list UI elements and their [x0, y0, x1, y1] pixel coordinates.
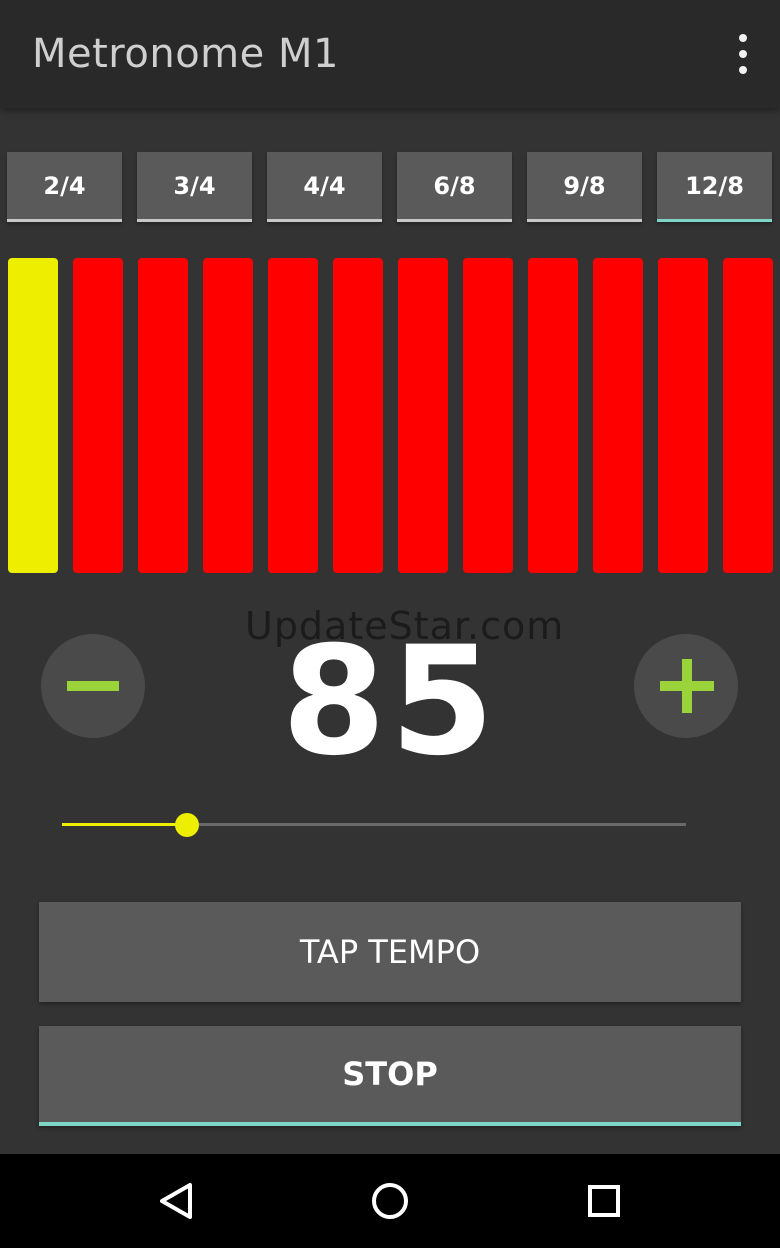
- tab-6-8[interactable]: 6/8: [397, 152, 512, 222]
- tab-2-4[interactable]: 2/4: [7, 152, 122, 222]
- beat-bar-1: [8, 258, 58, 573]
- beat-bar-5: [268, 258, 318, 573]
- tempo-slider[interactable]: [62, 812, 686, 838]
- app-title: Metronome M1: [32, 31, 339, 77]
- beat-bar-4: [203, 258, 253, 573]
- menu-dot: [739, 50, 747, 58]
- recents-button[interactable]: [574, 1171, 634, 1231]
- home-circle-icon: [372, 1183, 408, 1219]
- recents-square-icon: [588, 1185, 620, 1217]
- system-nav-bar: [0, 1154, 780, 1248]
- beat-bar-7: [398, 258, 448, 573]
- slider-fill: [62, 823, 187, 826]
- stop-button[interactable]: STOP: [39, 1026, 741, 1126]
- tap-tempo-button[interactable]: TAP TEMPO: [39, 902, 741, 1002]
- beat-bar-8: [463, 258, 513, 573]
- increase-tempo-button[interactable]: [634, 634, 738, 738]
- metronome-app: Metronome M1 2/4 3/4 4/4 6/8 9/8 12/8 Up…: [0, 0, 780, 1248]
- plus-icon-vertical: [682, 659, 692, 713]
- beat-bar-12: [723, 258, 773, 573]
- menu-dot: [739, 66, 747, 74]
- slider-thumb[interactable]: [174, 813, 199, 837]
- tab-4-4[interactable]: 4/4: [267, 152, 382, 222]
- beat-bar-3: [138, 258, 188, 573]
- app-bar: Metronome M1: [0, 0, 780, 108]
- more-vert-icon[interactable]: [728, 34, 758, 74]
- tab-3-4[interactable]: 3/4: [137, 152, 252, 222]
- back-button[interactable]: [146, 1171, 206, 1231]
- beat-indicators: [8, 258, 773, 573]
- back-triangle-icon: [160, 1183, 192, 1219]
- beat-bar-9: [528, 258, 578, 573]
- beat-bar-10: [593, 258, 643, 573]
- menu-dot: [739, 34, 747, 42]
- decrease-tempo-button[interactable]: [41, 634, 145, 738]
- tempo-value: 85: [281, 615, 499, 789]
- time-signature-tabs: 2/4 3/4 4/4 6/8 9/8 12/8: [7, 152, 773, 222]
- beat-bar-6: [333, 258, 383, 573]
- home-button[interactable]: [360, 1171, 420, 1231]
- tab-9-8[interactable]: 9/8: [527, 152, 642, 222]
- beat-bar-11: [658, 258, 708, 573]
- minus-icon: [67, 681, 119, 691]
- tab-12-8[interactable]: 12/8: [657, 152, 772, 222]
- beat-bar-2: [73, 258, 123, 573]
